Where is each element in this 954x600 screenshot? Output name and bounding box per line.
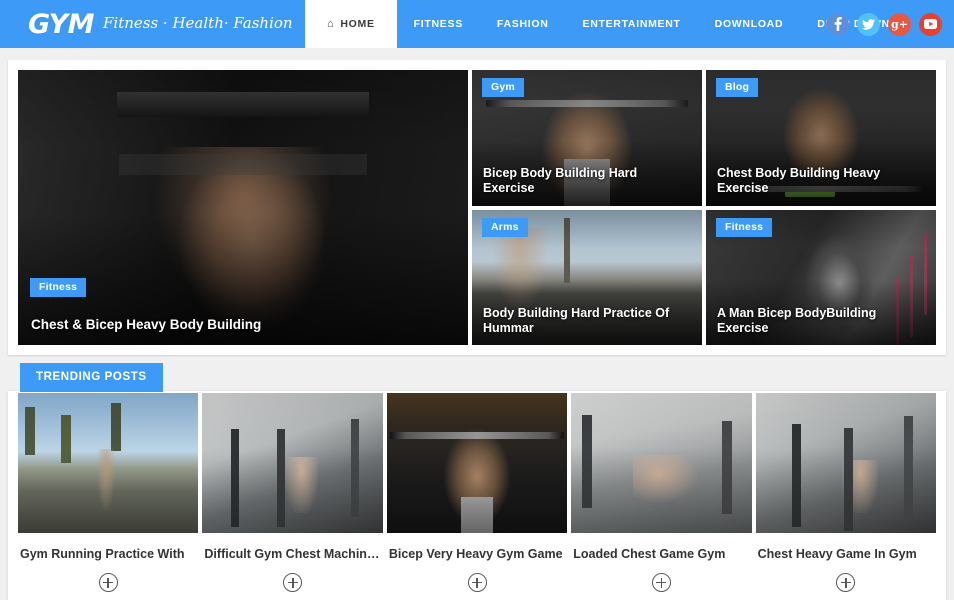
trending-panel: Gym Running Practice With Difficult Gym … [8,391,946,600]
hero-card-title: Bicep Body Building Hard Exercise [483,166,638,196]
nav-item-label: FITNESS [413,18,463,30]
nav-item-label: ENTERTAINMENT [582,18,681,30]
hero-side-grid: Gym Bicep Body Building Hard Exercise Bl… [472,70,936,345]
hero-panel: Fitness Chest & Bicep Heavy Body Buildin… [8,60,946,355]
hero-main-title: Chest & Bicep Heavy Body Building [31,316,262,332]
trending-card[interactable]: Chest Heavy Game In Gym [755,393,937,596]
trending-expand [571,562,751,596]
trending-thumbnail[interactable] [18,393,199,533]
trending-expand [387,562,567,596]
plus-circle-icon[interactable] [98,573,118,592]
trending-title: Gym Running Practice With [20,547,185,561]
twitter-icon[interactable] [857,12,880,36]
trending-thumbnail[interactable] [571,393,752,533]
hero-card-arms[interactable]: Arms Body Building Hard Practice Of Humm… [472,209,702,345]
photo-overlay [386,393,568,533]
trending-title: Bicep Very Heavy Gym Game [388,547,563,561]
social-links: g+ [826,0,942,48]
trending-section: TRENDING POSTS Gym Running Practice With [8,363,946,600]
hero-card-blog[interactable]: Blog Chest Body Building Heavy Exercise [706,70,936,206]
hero-row-bottom: Arms Body Building Hard Practice Of Humm… [472,209,936,345]
brand[interactable]: GYM Fitness · Health· Fashion [0,0,305,48]
brand-tagline: Fitness · Health· Fashion [103,13,293,32]
trending-expand [756,562,936,596]
hero-row-top: Gym Bicep Body Building Hard Exercise Bl… [472,70,936,206]
googleplus-icon[interactable]: g+ [888,12,911,36]
trending-card[interactable]: Loaded Chest Game Gym [571,393,752,596]
hero-card-title: A Man Bicep BodyBuilding Exercise [717,305,877,335]
trending-thumbnail[interactable] [202,393,383,533]
category-badge[interactable]: Blog [716,78,759,97]
hero-main-card[interactable]: Fitness Chest & Bicep Heavy Body Buildin… [18,70,468,345]
nav-item-home[interactable]: ⌂ HOME [305,0,397,48]
trending-thumbnail[interactable] [755,393,937,533]
hero-card-fitness[interactable]: Fitness A Man Bicep BodyBuilding Exercis… [706,209,936,345]
site-header: GYM Fitness · Health· Fashion ⌂ HOME FIT… [0,0,954,48]
category-badge[interactable]: Gym [482,78,524,97]
nav-item-fitness[interactable]: FITNESS [397,0,480,48]
home-icon: ⌂ [327,17,335,30]
trending-expand [18,562,198,596]
youtube-icon[interactable] [919,12,942,36]
hero-card-title: Body Building Hard Practice Of Hummar [483,305,670,335]
nav-item-label: DOWNLOAD [714,18,784,30]
page-body: Fitness Chest & Bicep Heavy Body Buildin… [0,48,954,600]
category-badge[interactable]: Fitness [30,278,87,297]
brand-logo: GYM [28,8,95,40]
plus-circle-icon[interactable] [836,573,856,592]
trending-title: Loaded Chest Game Gym [573,547,726,561]
trending-title: Chest Heavy Game In Gym [757,547,917,561]
hero-card-gym[interactable]: Gym Bicep Body Building Hard Exercise [472,70,702,206]
trending-list: Gym Running Practice With Difficult Gym … [18,391,937,596]
nav-item-label: FASHION [496,18,549,30]
trending-heading: TRENDING POSTS [20,363,163,392]
photo-overlay [202,393,383,533]
nav-item-fashion[interactable]: FASHION [480,0,566,48]
trending-card[interactable]: Gym Running Practice With [18,393,199,596]
trending-card[interactable]: Bicep Very Heavy Gym Game [386,393,568,596]
photo-overlay [18,70,468,345]
category-badge[interactable]: Fitness [716,217,773,237]
plus-circle-icon[interactable] [467,573,487,592]
photo-overlay [755,393,937,533]
googleplus-glyph: g+ [891,17,908,31]
nav-item-label: HOME [340,18,375,30]
hero-card-title: Chest Body Building Heavy Exercise [717,166,881,196]
photo-overlay [571,393,752,533]
plus-circle-icon[interactable] [283,573,303,592]
nav-item-download[interactable]: DOWNLOAD [698,0,801,48]
hero-grid: Fitness Chest & Bicep Heavy Body Buildin… [18,70,936,345]
facebook-icon[interactable] [826,12,849,36]
trending-title: Difficult Gym Chest Machinery [204,547,383,561]
photo-overlay [18,393,199,533]
trending-expand [202,562,382,596]
plus-circle-icon[interactable] [651,573,671,592]
trending-card[interactable]: Difficult Gym Chest Machinery [202,393,383,596]
trending-thumbnail[interactable] [386,393,568,533]
nav-item-entertainment[interactable]: ENTERTAINMENT [566,0,698,48]
category-badge[interactable]: Arms [482,217,528,237]
